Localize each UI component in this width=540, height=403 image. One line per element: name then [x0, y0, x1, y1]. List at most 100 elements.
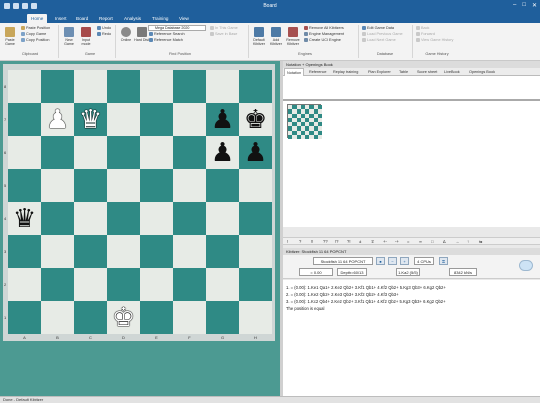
- square-d7[interactable]: [107, 103, 140, 136]
- square-e6[interactable]: [140, 136, 173, 169]
- square-e7[interactable]: [140, 103, 173, 136]
- reference-search-button[interactable]: Reference Search: [149, 32, 185, 37]
- engine-output[interactable]: 1. = (0.00): 1.Ke1 Qa1+ 2.Ke2 Qb2+ 3.Kf1…: [283, 280, 540, 396]
- remove-all-kibitzers-button[interactable]: Remove All Kibitzers: [304, 26, 344, 31]
- square-f4[interactable]: [173, 202, 206, 235]
- engine-management-button[interactable]: Engine Management: [304, 32, 344, 37]
- square-f1[interactable]: [173, 301, 206, 334]
- annotation-symbol[interactable]: ?: [299, 239, 301, 244]
- annotation-symbol[interactable]: ?!: [347, 239, 351, 244]
- chess-board[interactable]: ♟ ♛ ♟ ♚ ♟ ♟ ♛ ♚: [8, 70, 272, 334]
- engine-minus-button[interactable]: −: [388, 257, 397, 265]
- square-e3[interactable]: [140, 235, 173, 268]
- square-c6[interactable]: [74, 136, 107, 169]
- square-g6[interactable]: ♟: [206, 136, 239, 169]
- annotation-symbol[interactable]: -+: [395, 239, 399, 244]
- square-h6[interactable]: ♟: [239, 136, 272, 169]
- back-button[interactable]: Back: [416, 26, 429, 31]
- black-pawn-icon[interactable]: ♟: [244, 140, 267, 166]
- square-g2[interactable]: [206, 268, 239, 301]
- square-h3[interactable]: [239, 235, 272, 268]
- annotation-symbol[interactable]: □: [431, 239, 434, 244]
- input-mode-button[interactable]: Input mode: [78, 27, 94, 46]
- database-select[interactable]: Mega Database 2020: [148, 25, 206, 31]
- square-f3[interactable]: [173, 235, 206, 268]
- square-e5[interactable]: [140, 169, 173, 202]
- annotation-symbol[interactable]: =: [407, 239, 409, 244]
- annotation-symbol[interactable]: ↑: [467, 239, 469, 244]
- tab-reference[interactable]: Reference: [307, 68, 329, 76]
- square-c2[interactable]: [74, 268, 107, 301]
- annotation-symbol[interactable]: ??: [323, 239, 328, 244]
- square-h7[interactable]: ♚: [239, 103, 272, 136]
- square-f7[interactable]: [173, 103, 206, 136]
- engine-stop-button[interactable]: ⏹: [376, 257, 385, 265]
- square-d5[interactable]: [107, 169, 140, 202]
- square-h2[interactable]: [239, 268, 272, 301]
- square-c8[interactable]: [74, 70, 107, 103]
- square-b2[interactable]: [41, 268, 74, 301]
- engine-plus-button[interactable]: +: [400, 257, 409, 265]
- annotation-symbol[interactable]: !!: [311, 239, 313, 244]
- square-h4[interactable]: [239, 202, 272, 235]
- black-queen-icon[interactable]: ♛: [13, 206, 36, 232]
- engine-cpus[interactable]: 4 CPUs: [414, 257, 434, 265]
- square-d1[interactable]: ♚: [107, 301, 140, 334]
- engine-lock-button[interactable]: ⚿: [439, 257, 448, 265]
- black-king-icon[interactable]: ♚: [244, 107, 267, 133]
- tab-report[interactable]: Report: [95, 14, 117, 23]
- tab-replay-training[interactable]: Replay training: [331, 68, 360, 76]
- annotation-symbol[interactable]: ∓: [371, 239, 375, 244]
- square-g7[interactable]: ♟: [206, 103, 239, 136]
- square-e1[interactable]: [140, 301, 173, 334]
- square-b4[interactable]: [41, 202, 74, 235]
- white-pawn-icon[interactable]: ♟: [46, 107, 69, 133]
- square-c3[interactable]: [74, 235, 107, 268]
- square-e8[interactable]: [140, 70, 173, 103]
- square-b6[interactable]: [41, 136, 74, 169]
- remove-kibitzer-button[interactable]: Remove Kibitzer: [285, 27, 301, 46]
- online-button[interactable]: Online: [118, 27, 134, 42]
- square-f6[interactable]: [173, 136, 206, 169]
- paste-game-button[interactable]: Paste Game: [2, 27, 18, 46]
- square-d2[interactable]: [107, 268, 140, 301]
- tab-score-sheet[interactable]: Score sheet: [415, 68, 439, 76]
- square-a8[interactable]: [8, 70, 41, 103]
- forward-button[interactable]: Forward: [416, 32, 435, 37]
- square-a2[interactable]: [8, 268, 41, 301]
- square-e4[interactable]: [140, 202, 173, 235]
- square-a1[interactable]: [8, 301, 41, 334]
- black-pawn-icon[interactable]: ♟: [211, 140, 234, 166]
- tab-analysis[interactable]: Analysis: [120, 14, 145, 23]
- square-f8[interactable]: [173, 70, 206, 103]
- square-b7[interactable]: ♟: [41, 103, 74, 136]
- square-f5[interactable]: [173, 169, 206, 202]
- square-g3[interactable]: [206, 235, 239, 268]
- add-kibitzer-button[interactable]: Add Kibitzer: [268, 27, 284, 46]
- tab-view[interactable]: View: [175, 14, 193, 23]
- square-g4[interactable]: [206, 202, 239, 235]
- cloud-icon[interactable]: [519, 260, 533, 271]
- copy-position-button[interactable]: Copy Position: [21, 38, 49, 43]
- square-c1[interactable]: [74, 301, 107, 334]
- square-a6[interactable]: [8, 136, 41, 169]
- square-d3[interactable]: [107, 235, 140, 268]
- square-h8[interactable]: [239, 70, 272, 103]
- annotation-symbol[interactable]: →: [455, 239, 459, 244]
- tab-home[interactable]: Home: [27, 14, 48, 23]
- square-a4[interactable]: ♛: [8, 202, 41, 235]
- annotation-symbol[interactable]: !?: [335, 239, 339, 244]
- annotation-symbol[interactable]: +-: [383, 239, 387, 244]
- tab-livebook[interactable]: LiveBook: [442, 68, 462, 76]
- create-uci-engine-button[interactable]: Create UCI Engine: [304, 38, 341, 43]
- reference-match-button[interactable]: Reference Match: [149, 38, 183, 43]
- annotation-symbol[interactable]: ∞: [419, 239, 422, 244]
- square-a3[interactable]: [8, 235, 41, 268]
- square-b8[interactable]: [41, 70, 74, 103]
- load-previous-game-button[interactable]: Load Previous Game: [362, 32, 403, 37]
- annotation-symbol[interactable]: ±: [359, 239, 361, 244]
- square-f2[interactable]: [173, 268, 206, 301]
- load-next-game-button[interactable]: Load Next Game: [362, 38, 396, 43]
- in-this-game-button[interactable]: In This Game: [210, 26, 238, 31]
- tab-table[interactable]: Table: [397, 68, 410, 76]
